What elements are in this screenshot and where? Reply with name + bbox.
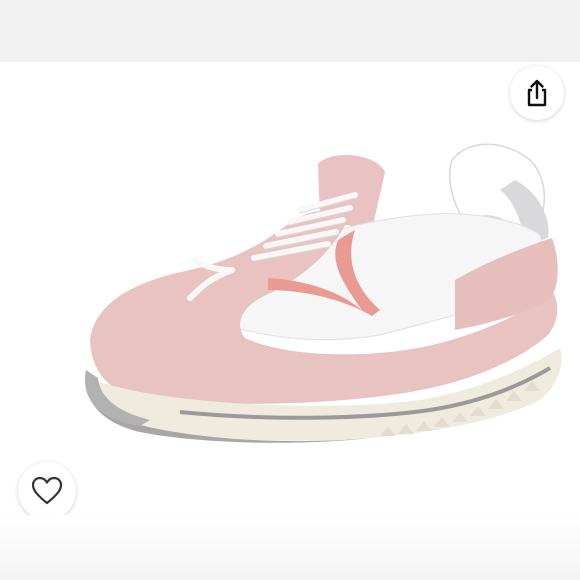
product-image [84,143,562,443]
like-button[interactable] [18,462,76,520]
heart-outline-icon [31,476,63,505]
share-icon [527,79,547,107]
top-bar [0,0,580,62]
bottom-edge [0,515,580,580]
share-button[interactable] [510,66,564,120]
